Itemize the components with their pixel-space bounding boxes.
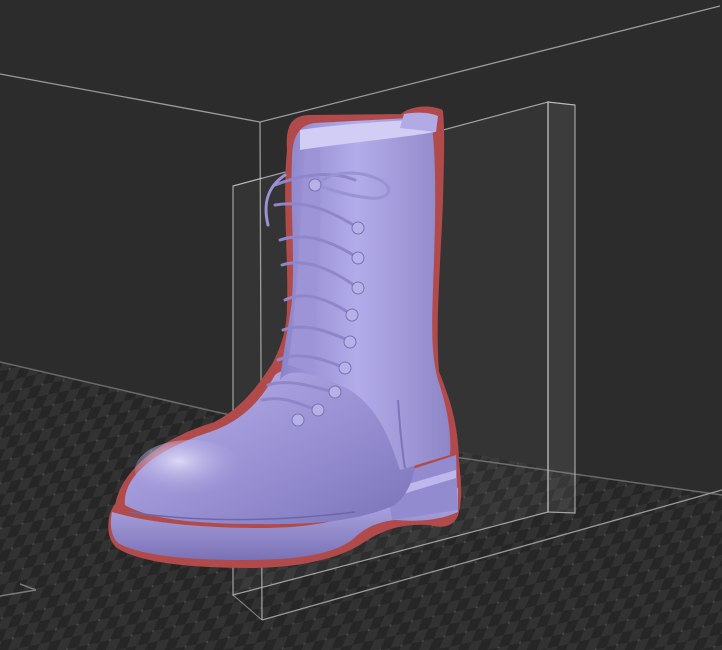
3d-viewport[interactable] xyxy=(0,0,722,650)
scene-canvas[interactable] xyxy=(0,0,722,650)
